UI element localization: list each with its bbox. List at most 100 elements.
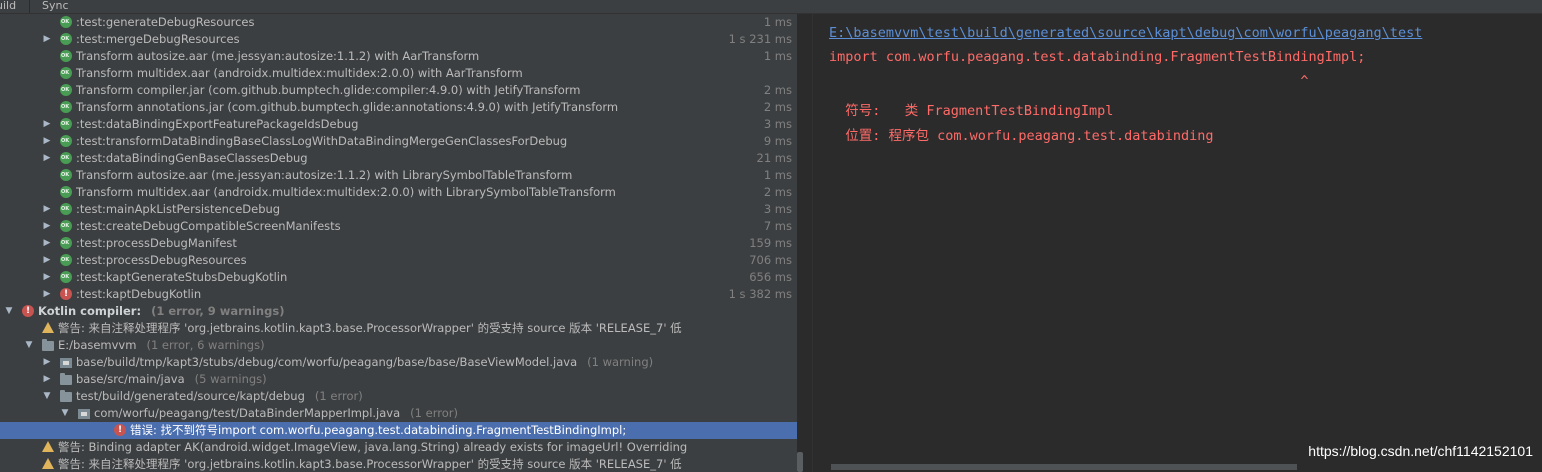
tree-row[interactable]: ▶ :test:mergeDebugResources 1 s 231 ms [0, 31, 797, 48]
expand-arrow-icon[interactable]: ▶ [42, 354, 52, 371]
expand-arrow-icon[interactable]: ▶ [42, 133, 52, 150]
tree-row[interactable]: ▼ com/worfu/peagang/test/DataBinderMapper… [0, 405, 797, 422]
expand-arrow-icon[interactable]: ▶ [42, 116, 52, 133]
task-duration: 2 ms [763, 185, 792, 199]
tree-row-label: :test:dataBindingGenBaseClassesDebug [76, 151, 308, 165]
ok-status-icon [60, 50, 72, 62]
tree-row-text: :test:generateDebugResources [76, 14, 254, 31]
tree-row[interactable]: Transform autosize.aar (me.jessyan:autos… [0, 167, 797, 184]
ok-status-icon [60, 33, 72, 45]
tree-row-text: :test:transformDataBindingBaseClassLogWi… [76, 133, 567, 150]
tree-row-label: Transform autosize.aar (me.jessyan:autos… [76, 168, 573, 182]
tree-row-count: (1 error) [410, 406, 458, 420]
tab-separator [29, 0, 30, 13]
tree-row-text: :test:processDebugManifest [76, 235, 237, 252]
tree-row[interactable]: ▼ E:/basemvvm (1 error, 6 warnings) [0, 337, 797, 354]
tab-sync[interactable]: Sync [42, 0, 69, 13]
ok-status-icon [60, 135, 72, 147]
collapse-arrow-icon[interactable]: ▼ [42, 388, 52, 405]
tree-row-text: 警告: 来自注释处理程序 'org.jetbrains.kotlin.kapt3… [58, 320, 682, 337]
tree-row-label: Transform compiler.jar (com.github.bumpt… [76, 83, 581, 97]
tree-row-label: Transform annotations.jar (com.github.bu… [76, 100, 619, 114]
ok-status-icon [60, 271, 72, 283]
panel-splitter[interactable] [812, 14, 813, 472]
task-duration: 9 ms [763, 134, 792, 148]
expand-arrow-icon[interactable]: ▶ [42, 150, 52, 167]
tree-row[interactable]: 警告: 来自注释处理程序 'org.jetbrains.kotlin.kapt3… [0, 456, 797, 472]
tree-row[interactable]: ▶ :test:mainApkListPersistenceDebug 3 ms [0, 201, 797, 218]
tree-row-label: test/build/generated/source/kapt/debug [76, 389, 305, 403]
expand-arrow-icon[interactable]: ▶ [42, 218, 52, 235]
tree-row-label: :test:generateDebugResources [76, 15, 255, 29]
tree-row-text: :test:mainApkListPersistenceDebug [76, 201, 280, 218]
task-duration: 706 ms [749, 253, 792, 267]
tree-row[interactable]: ▶ base/build/tmp/kapt3/stubs/debug/com/wo… [0, 354, 797, 371]
tree-row-label: :test:mergeDebugResources [76, 32, 240, 46]
expand-arrow-icon[interactable]: ▶ [42, 31, 52, 48]
collapse-arrow-icon[interactable]: ▼ [4, 303, 14, 320]
tree-row[interactable]: ▼ Kotlin compiler: (1 error, 9 warnings) [0, 303, 797, 320]
tree-row[interactable]: Transform annotations.jar (com.github.bu… [0, 99, 797, 116]
source-path-link[interactable]: E:\basemvvm\test\build\generated\source\… [829, 25, 1422, 41]
ok-status-icon [60, 220, 72, 232]
tree-row[interactable]: ▶ base/src/main/java (5 warnings) [0, 371, 797, 388]
tree-row-label: base/src/main/java [76, 372, 185, 386]
symbol-line: 符号: 类 FragmentTestBindingImpl [829, 103, 1114, 119]
task-duration: 3 ms [763, 202, 792, 216]
tree-row-label: :test:dataBindingExportFeaturePackageIds… [76, 117, 359, 131]
tree-row-label: base/build/tmp/kapt3/stubs/debug/com/wor… [76, 355, 578, 369]
tree-row-label: 错误: 找不到符号import com.worfu.peagang.test.d… [130, 423, 627, 437]
tree-row[interactable]: Transform autosize.aar (me.jessyan:autos… [0, 48, 797, 65]
task-duration: 1 s 382 ms [728, 287, 792, 301]
java-file-icon [78, 409, 90, 419]
watermark: https://blog.csdn.net/chf1142152101 [1308, 443, 1533, 459]
tree-row[interactable]: ▶:test:dataBindingGenBaseClassesDebug 21 … [0, 150, 797, 167]
tree-row[interactable]: ▶ :test:transformDataBindingBaseClassLogW… [0, 133, 797, 150]
tree-scrollbar[interactable] [797, 452, 803, 472]
tree-row[interactable]: :test:generateDebugResources 1 ms [0, 14, 797, 31]
tree-row[interactable]: Transform multidex.aar (androidx.multide… [0, 65, 797, 82]
folder-icon [42, 339, 54, 351]
tree-row[interactable]: ▶:test:createDebugCompatibleScreenManife… [0, 218, 797, 235]
ok-status-icon [60, 84, 72, 96]
collapse-arrow-icon[interactable]: ▼ [24, 337, 34, 354]
expand-arrow-icon[interactable]: ▶ [42, 201, 52, 218]
console-scrollbar[interactable] [831, 464, 1297, 470]
expand-arrow-icon[interactable]: ▶ [42, 235, 52, 252]
ok-status-icon [60, 67, 72, 79]
folder-icon [60, 373, 72, 385]
tree-row-text: 警告: Binding adapter AK(android.widget.Im… [58, 439, 687, 456]
build-output-tree[interactable]: :test:generateDebugResources 1 ms ▶:test:m… [0, 14, 797, 472]
expand-arrow-icon[interactable]: ▶ [42, 371, 52, 388]
expand-arrow-icon[interactable]: ▶ [42, 252, 52, 269]
expand-arrow-icon[interactable]: ▶ [42, 269, 52, 286]
tree-row-label: Transform autosize.aar (me.jessyan:autos… [76, 49, 480, 63]
tree-row[interactable]: ▼ test/build/generated/source/kapt/debug (… [0, 388, 797, 405]
tree-row[interactable]: ▶:test:processDebugManifest 159 ms [0, 235, 797, 252]
tree-row[interactable]: ▶ :test:dataBindingExportFeaturePackageId… [0, 116, 797, 133]
tree-row-text: 错误: 找不到符号import com.worfu.peagang.test.d… [130, 422, 626, 439]
tree-row[interactable]: ▶:test:processDebugResources 706 ms [0, 252, 797, 269]
tree-row[interactable]: Transform multidex.aar (androidx.multide… [0, 184, 797, 201]
tree-row[interactable]: 警告: 来自注释处理程序 'org.jetbrains.kotlin.kapt3… [0, 320, 797, 337]
expand-arrow-icon[interactable]: ▶ [42, 286, 52, 303]
tree-row-count: (1 error, 9 warnings) [151, 304, 285, 318]
tree-row-count: (1 error, 6 warnings) [146, 338, 265, 352]
collapse-arrow-icon[interactable]: ▼ [60, 405, 70, 422]
tree-row-label: 警告: 来自注释处理程序 'org.jetbrains.kotlin.kapt3… [58, 457, 682, 471]
tree-row[interactable]: Transform compiler.jar (com.github.bumpt… [0, 82, 797, 99]
tree-row[interactable]: 错误: 找不到符号import com.worfu.peagang.test.d… [0, 422, 797, 439]
tree-row-text: E:/basemvvm (1 error, 6 warnings) [58, 337, 265, 354]
task-duration: 2 ms [763, 100, 792, 114]
tree-row[interactable]: 警告: Binding adapter AK(android.widget.Im… [0, 439, 797, 456]
tree-row[interactable]: ▶:test:kaptGenerateStubsDebugKotlin 656 m… [0, 269, 797, 286]
tree-row-label: :test:kaptDebugKotlin [76, 287, 202, 301]
tree-row-text: Transform multidex.aar (androidx.multide… [76, 184, 616, 201]
tree-row-text: com/worfu/peagang/test/DataBinderMapperI… [94, 405, 458, 422]
ok-status-icon [60, 203, 72, 215]
tree-row-label: :test:kaptGenerateStubsDebugKotlin [76, 270, 288, 284]
tree-row[interactable]: ▶ :test:kaptDebugKotlin 1 s 382 ms [0, 286, 797, 303]
task-duration: 1 s 231 ms [728, 32, 792, 46]
task-duration: 2 ms [763, 83, 792, 97]
tab-build[interactable]: uild [0, 0, 16, 13]
